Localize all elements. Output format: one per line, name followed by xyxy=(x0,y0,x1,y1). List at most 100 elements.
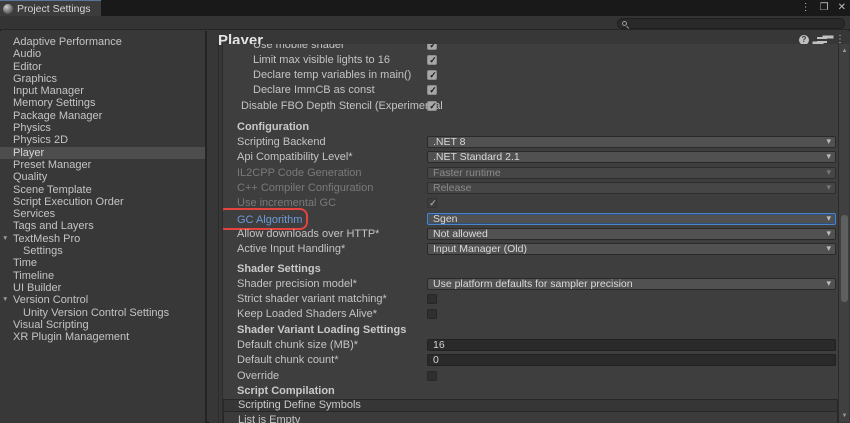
dropdown-value: Faster runtime xyxy=(433,167,830,179)
setting-row-scripting-backend: Scripting Backend.NET 8 xyxy=(223,134,838,149)
setting-value xyxy=(427,309,836,319)
sidebar-item-label: Tags and Layers xyxy=(13,220,94,232)
dropdown-c-compiler-configuration[interactable]: Release xyxy=(427,182,836,194)
sidebar-item-services[interactable]: Services xyxy=(0,208,205,220)
sidebar-item-physics-2d[interactable]: Physics 2D xyxy=(0,134,205,146)
maximize-icon[interactable]: ❐ xyxy=(820,0,829,16)
sidebar-item-memory-settings[interactable]: Memory Settings xyxy=(0,97,205,109)
dropdown-gc-algorithm[interactable]: Sgen xyxy=(427,213,836,225)
toolbar xyxy=(0,16,850,30)
dropdown-scripting-backend[interactable]: .NET 8 xyxy=(427,136,836,148)
setting-label: Default chunk size (MB)* xyxy=(223,339,358,351)
scroll-down-icon[interactable]: ▼ xyxy=(839,413,850,419)
sidebar-item-input-manager[interactable]: Input Manager xyxy=(0,85,205,97)
scrollbar-thumb[interactable] xyxy=(841,215,848,302)
sidebar-item-xr-plugin-management[interactable]: XR Plugin Management xyxy=(0,331,205,343)
sidebar-item-tags-and-layers[interactable]: Tags and Layers xyxy=(0,220,205,232)
setting-label: IL2CPP Code Generation xyxy=(223,167,362,179)
sidebar-item-package-manager[interactable]: Package Manager xyxy=(0,110,205,122)
settings-content: Use mobile shaderLimit max visible light… xyxy=(223,44,838,423)
search-icon xyxy=(622,21,627,26)
setting-value: Sgen xyxy=(427,213,836,225)
sidebar-item-visual-scripting[interactable]: Visual Scripting xyxy=(0,319,205,331)
checkbox-limit-max-visible-lights-to-16[interactable] xyxy=(427,55,437,65)
sidebar-item-label: Physics 2D xyxy=(13,134,68,146)
setting-label: Declare ImmCB as const xyxy=(223,84,375,96)
checkbox-use-mobile-shader[interactable] xyxy=(427,44,437,50)
sidebar-item-audio[interactable]: Audio xyxy=(0,48,205,60)
sidebar-item-label: Time xyxy=(13,257,37,269)
setting-row-api-compatibility-level: Api Compatibility Level* .NET Standard 2.… xyxy=(223,150,838,165)
setting-row-use-incremental-gc: Use incremental GC xyxy=(223,196,838,211)
sidebar-item-scene-template[interactable]: Scene Template xyxy=(0,184,205,196)
dropdown-il2cpp-code-generation[interactable]: Faster runtime xyxy=(427,167,836,179)
window-menu-icon[interactable]: ⋮ xyxy=(801,0,811,16)
setting-label: Api Compatibility Level* xyxy=(223,151,353,163)
annotation-highlight: GC Algorithm xyxy=(223,210,302,228)
dropdown-api-compatibility-level[interactable]: .NET Standard 2.1 xyxy=(427,151,836,163)
setting-label: GC Algorithm xyxy=(223,214,302,226)
sidebar-item-label: Unity Version Control Settings xyxy=(23,307,169,319)
sidebar-item-label: TextMesh Pro xyxy=(13,233,80,245)
checkbox-disable-fbo-depth-stencil-experimental[interactable] xyxy=(427,101,437,111)
sidebar-item-timeline[interactable]: Timeline xyxy=(0,270,205,282)
setting-row-use-mobile-shader: Use mobile shader xyxy=(223,44,838,52)
sidebar-item-label: Scene Template xyxy=(13,184,92,196)
empty-list-note: List is Empty xyxy=(224,414,300,423)
sidebar-item-unity-version-control-settings[interactable]: Unity Version Control Settings xyxy=(0,307,205,319)
setting-value: Use platform defaults for sampler precis… xyxy=(427,278,836,290)
setting-value xyxy=(427,44,836,50)
vertical-scrollbar[interactable]: ▲ ▼ xyxy=(838,44,849,422)
input-default-chunk-count[interactable] xyxy=(427,354,836,366)
setting-value xyxy=(427,294,836,304)
search-box[interactable] xyxy=(617,18,845,29)
sidebar-item-label: Quality xyxy=(13,171,47,183)
checkbox-declare-temp-variables-in-main[interactable] xyxy=(427,70,437,80)
sidebar-item-ui-builder[interactable]: UI Builder xyxy=(0,282,205,294)
sidebar-item-adaptive-performance[interactable]: Adaptive Performance xyxy=(0,36,205,48)
sidebar-item-quality[interactable]: Quality xyxy=(0,171,205,183)
sidebar-item-version-control[interactable]: Version Control xyxy=(0,294,205,306)
sidebar-item-label: Version Control xyxy=(13,294,88,306)
setting-value: .NET Standard 2.1 xyxy=(427,151,836,163)
sidebar-item-time[interactable]: Time xyxy=(0,257,205,269)
sidebar-item-label: XR Plugin Management xyxy=(13,331,129,343)
setting-row-shader-settings: Shader Settings xyxy=(223,261,838,276)
setting-row-script-compilation: Script Compilation xyxy=(223,383,838,398)
input-default-chunk-size-mb[interactable] xyxy=(427,339,836,351)
scroll-up-icon[interactable]: ▲ xyxy=(839,48,850,54)
sidebar-item-preset-manager[interactable]: Preset Manager xyxy=(0,159,205,171)
setting-row-allow-downloads-over-http: Allow downloads over HTTP*Not allowed xyxy=(223,226,838,241)
setting-row-override: Override xyxy=(223,368,838,383)
checkbox-use-incremental-gc[interactable] xyxy=(427,198,437,208)
setting-value xyxy=(427,339,836,351)
setting-label: Override xyxy=(223,370,279,382)
dropdown-allow-downloads-over-http[interactable]: Not allowed xyxy=(427,228,836,240)
sidebar-item-script-execution-order[interactable]: Script Execution Order xyxy=(0,196,205,208)
checkbox-keep-loaded-shaders-alive[interactable] xyxy=(427,309,437,319)
sidebar-item-label: Timeline xyxy=(13,270,54,282)
setting-value xyxy=(427,198,836,208)
checkbox-override[interactable] xyxy=(427,371,437,381)
dropdown-shader-precision-model[interactable]: Use platform defaults for sampler precis… xyxy=(427,278,836,290)
setting-value xyxy=(427,371,836,381)
sidebar-item-graphics[interactable]: Graphics xyxy=(0,73,205,85)
setting-label: Use incremental GC xyxy=(223,197,336,209)
sidebar-item-label: Audio xyxy=(13,48,41,60)
sidebar-item-physics[interactable]: Physics xyxy=(0,122,205,134)
setting-label: Use mobile shader xyxy=(223,44,345,51)
setting-label: Default chunk count* xyxy=(223,354,339,366)
dropdown-active-input-handling[interactable]: Input Manager (Old) xyxy=(427,243,836,255)
tab-project-settings[interactable]: Project Settings xyxy=(0,0,101,16)
section-header: Shader Variant Loading Settings xyxy=(223,324,406,336)
setting-label: Scripting Define Symbols xyxy=(224,399,361,411)
sidebar-item-editor[interactable]: Editor xyxy=(0,61,205,73)
checkbox-declare-immcb-as-const[interactable] xyxy=(427,85,437,95)
close-icon[interactable]: ✕ xyxy=(838,0,846,16)
sidebar-item-textmesh-pro[interactable]: TextMesh Pro xyxy=(0,233,205,245)
search-input[interactable] xyxy=(627,19,840,28)
sidebar-item-settings[interactable]: Settings xyxy=(0,245,205,257)
checkbox-strict-shader-variant-matching[interactable] xyxy=(427,294,437,304)
setting-label: Declare temp variables in main() xyxy=(223,69,411,81)
sidebar-item-player[interactable]: Player xyxy=(0,147,205,159)
